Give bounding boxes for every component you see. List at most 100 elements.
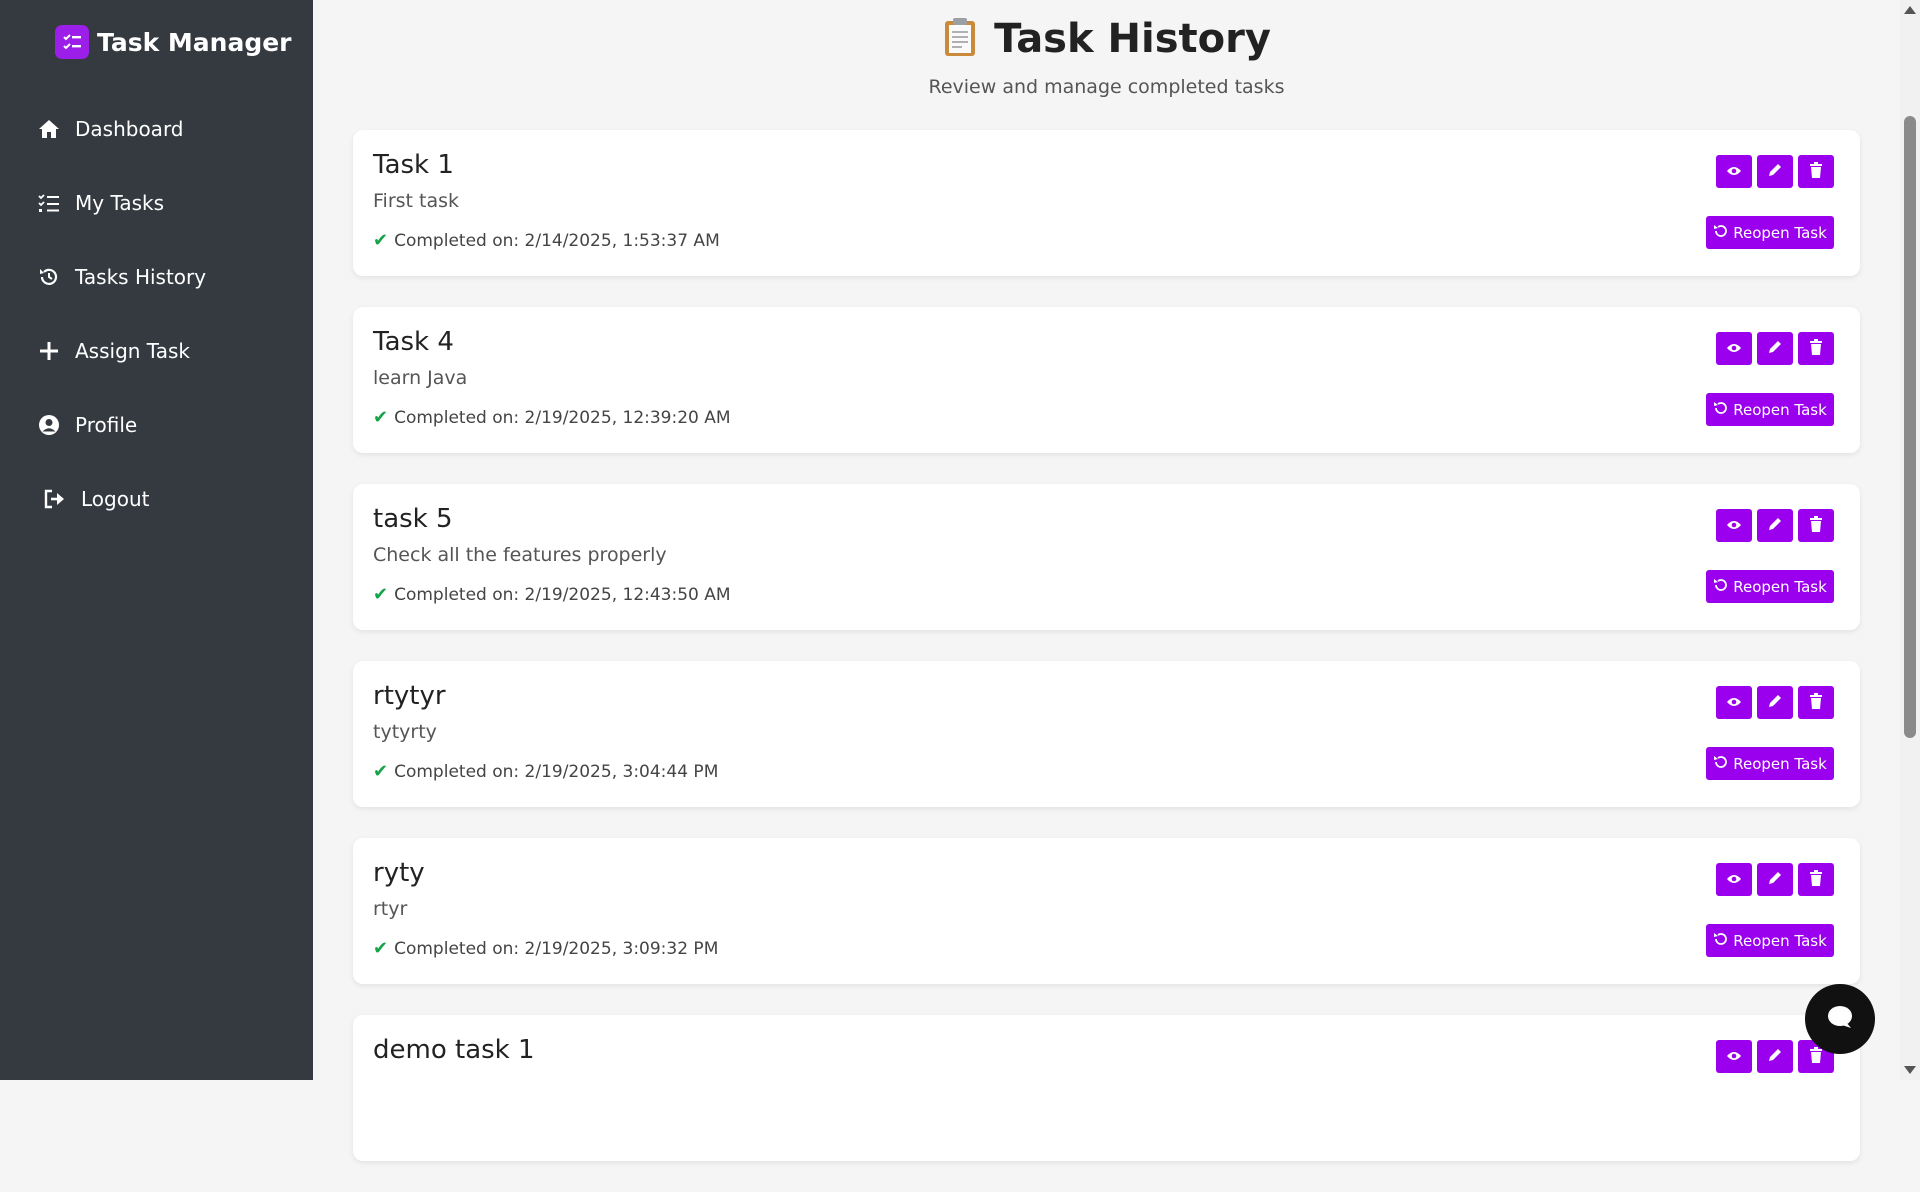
sidebar-item-logout[interactable]: Logout bbox=[0, 462, 313, 536]
eye-icon bbox=[1726, 162, 1742, 181]
scrollbar-thumb[interactable] bbox=[1904, 116, 1916, 738]
task-actions bbox=[1716, 155, 1834, 188]
undo-icon bbox=[1713, 578, 1728, 596]
sidebar-item-label: Profile bbox=[75, 413, 138, 437]
task-actions bbox=[1716, 332, 1834, 365]
sidebar-item-label: Assign Task bbox=[75, 339, 190, 363]
task-actions bbox=[1716, 686, 1834, 719]
task-card: Task 4 learn Java ✔ Completed on: 2/19/2… bbox=[353, 307, 1860, 453]
page-subtitle: Review and manage completed tasks bbox=[928, 76, 1285, 98]
reopen-task-label: Reopen Task bbox=[1733, 931, 1827, 950]
edit-button[interactable] bbox=[1757, 1040, 1793, 1073]
reopen-task-button[interactable]: Reopen Task bbox=[1706, 216, 1834, 249]
sidebar-item-tasks-history[interactable]: Tasks History bbox=[0, 240, 313, 314]
plus-icon bbox=[37, 339, 61, 363]
reopen-task-button[interactable]: Reopen Task bbox=[1706, 747, 1834, 780]
edit-button[interactable] bbox=[1757, 509, 1793, 542]
task-actions bbox=[1716, 509, 1834, 542]
undo-icon bbox=[1713, 932, 1728, 950]
edit-button[interactable] bbox=[1757, 686, 1793, 719]
task-completed-info: ✔ Completed on: 2/19/2025, 12:43:50 AM bbox=[373, 584, 731, 605]
view-button[interactable] bbox=[1716, 155, 1752, 188]
reopen-task-label: Reopen Task bbox=[1733, 400, 1827, 419]
home-icon bbox=[37, 117, 61, 141]
trash-icon bbox=[1809, 338, 1823, 359]
page-header: Task History Review and manage completed… bbox=[313, 14, 1900, 98]
delete-button[interactable] bbox=[1798, 509, 1834, 542]
sidebar: Task Manager Dashboard My Tasks Tasks Hi… bbox=[0, 0, 313, 1080]
reopen-task-button[interactable]: Reopen Task bbox=[1706, 924, 1834, 957]
edit-button[interactable] bbox=[1757, 863, 1793, 896]
sidebar-item-label: Logout bbox=[81, 487, 150, 511]
task-card: task 5 Check all the features properly ✔… bbox=[353, 484, 1860, 630]
task-title: demo task 1 bbox=[373, 1035, 535, 1065]
view-button[interactable] bbox=[1716, 509, 1752, 542]
sidebar-item-profile[interactable]: Profile bbox=[0, 388, 313, 462]
reopen-task-label: Reopen Task bbox=[1733, 577, 1827, 596]
task-completed-date: Completed on: 2/19/2025, 12:43:50 AM bbox=[394, 584, 731, 605]
trash-icon bbox=[1809, 869, 1823, 890]
check-icon: ✔ bbox=[373, 761, 389, 782]
sidebar-item-my-tasks[interactable]: My Tasks bbox=[0, 166, 313, 240]
edit-button[interactable] bbox=[1757, 155, 1793, 188]
task-completed-date: Completed on: 2/19/2025, 3:04:44 PM bbox=[394, 761, 719, 782]
delete-button[interactable] bbox=[1798, 332, 1834, 365]
eye-icon bbox=[1726, 1047, 1742, 1066]
eye-icon bbox=[1726, 339, 1742, 358]
sidebar-item-label: My Tasks bbox=[75, 191, 165, 215]
pencil-icon bbox=[1767, 516, 1783, 536]
check-icon: ✔ bbox=[373, 584, 389, 605]
pencil-icon bbox=[1767, 693, 1783, 713]
brand[interactable]: Task Manager bbox=[55, 24, 292, 60]
eye-icon bbox=[1726, 693, 1742, 712]
delete-button[interactable] bbox=[1798, 155, 1834, 188]
check-icon: ✔ bbox=[373, 230, 389, 251]
task-card: rtytyr tytyrty ✔ Completed on: 2/19/2025… bbox=[353, 661, 1860, 807]
trash-icon bbox=[1809, 515, 1823, 536]
reopen-task-button[interactable]: Reopen Task bbox=[1706, 393, 1834, 426]
undo-icon bbox=[1713, 755, 1728, 773]
delete-button[interactable] bbox=[1798, 863, 1834, 896]
eye-icon bbox=[1726, 516, 1742, 535]
view-button[interactable] bbox=[1716, 686, 1752, 719]
vertical-scrollbar[interactable] bbox=[1900, 0, 1920, 1080]
eye-icon bbox=[1726, 870, 1742, 889]
task-description: tytyrty bbox=[373, 721, 437, 743]
task-title: task 5 bbox=[373, 504, 453, 534]
task-card: ryty rtyr ✔ Completed on: 2/19/2025, 3:0… bbox=[353, 838, 1860, 984]
task-description: rtyr bbox=[373, 898, 408, 920]
view-button[interactable] bbox=[1716, 1040, 1752, 1073]
task-title: rtytyr bbox=[373, 681, 446, 711]
task-description: learn Java bbox=[373, 367, 468, 389]
view-button[interactable] bbox=[1716, 332, 1752, 365]
user-circle-icon bbox=[37, 413, 61, 437]
task-completed-info: ✔ Completed on: 2/14/2025, 1:53:37 AM bbox=[373, 230, 720, 251]
task-description: First task bbox=[373, 190, 460, 212]
task-title: ryty bbox=[373, 858, 425, 888]
pencil-icon bbox=[1767, 339, 1783, 359]
page-title: Task History bbox=[994, 16, 1271, 62]
task-card: demo task 1 bbox=[353, 1015, 1860, 1161]
reopen-task-button[interactable]: Reopen Task bbox=[1706, 570, 1834, 603]
task-completed-info: ✔ Completed on: 2/19/2025, 12:39:20 AM bbox=[373, 407, 731, 428]
view-button[interactable] bbox=[1716, 863, 1752, 896]
sidebar-item-dashboard[interactable]: Dashboard bbox=[0, 92, 313, 166]
scroll-down-arrow-icon[interactable] bbox=[1904, 1066, 1916, 1074]
delete-button[interactable] bbox=[1798, 686, 1834, 719]
trash-icon bbox=[1809, 692, 1823, 713]
undo-icon bbox=[1713, 401, 1728, 419]
sidebar-item-assign-task[interactable]: Assign Task bbox=[0, 314, 313, 388]
check-icon: ✔ bbox=[373, 938, 389, 959]
chat-button[interactable] bbox=[1805, 984, 1875, 1054]
check-icon: ✔ bbox=[373, 407, 389, 428]
sidebar-item-label: Dashboard bbox=[75, 117, 184, 141]
brand-title: Task Manager bbox=[97, 27, 292, 57]
scroll-up-arrow-icon[interactable] bbox=[1904, 6, 1916, 14]
edit-button[interactable] bbox=[1757, 332, 1793, 365]
task-completed-date: Completed on: 2/19/2025, 3:09:32 PM bbox=[394, 938, 719, 959]
logout-icon bbox=[43, 487, 67, 511]
task-completed-date: Completed on: 2/14/2025, 1:53:37 AM bbox=[394, 230, 720, 251]
task-list-logo-icon bbox=[55, 25, 89, 59]
task-card: Task 1 First task ✔ Completed on: 2/14/2… bbox=[353, 130, 1860, 276]
task-title: Task 4 bbox=[373, 327, 454, 357]
